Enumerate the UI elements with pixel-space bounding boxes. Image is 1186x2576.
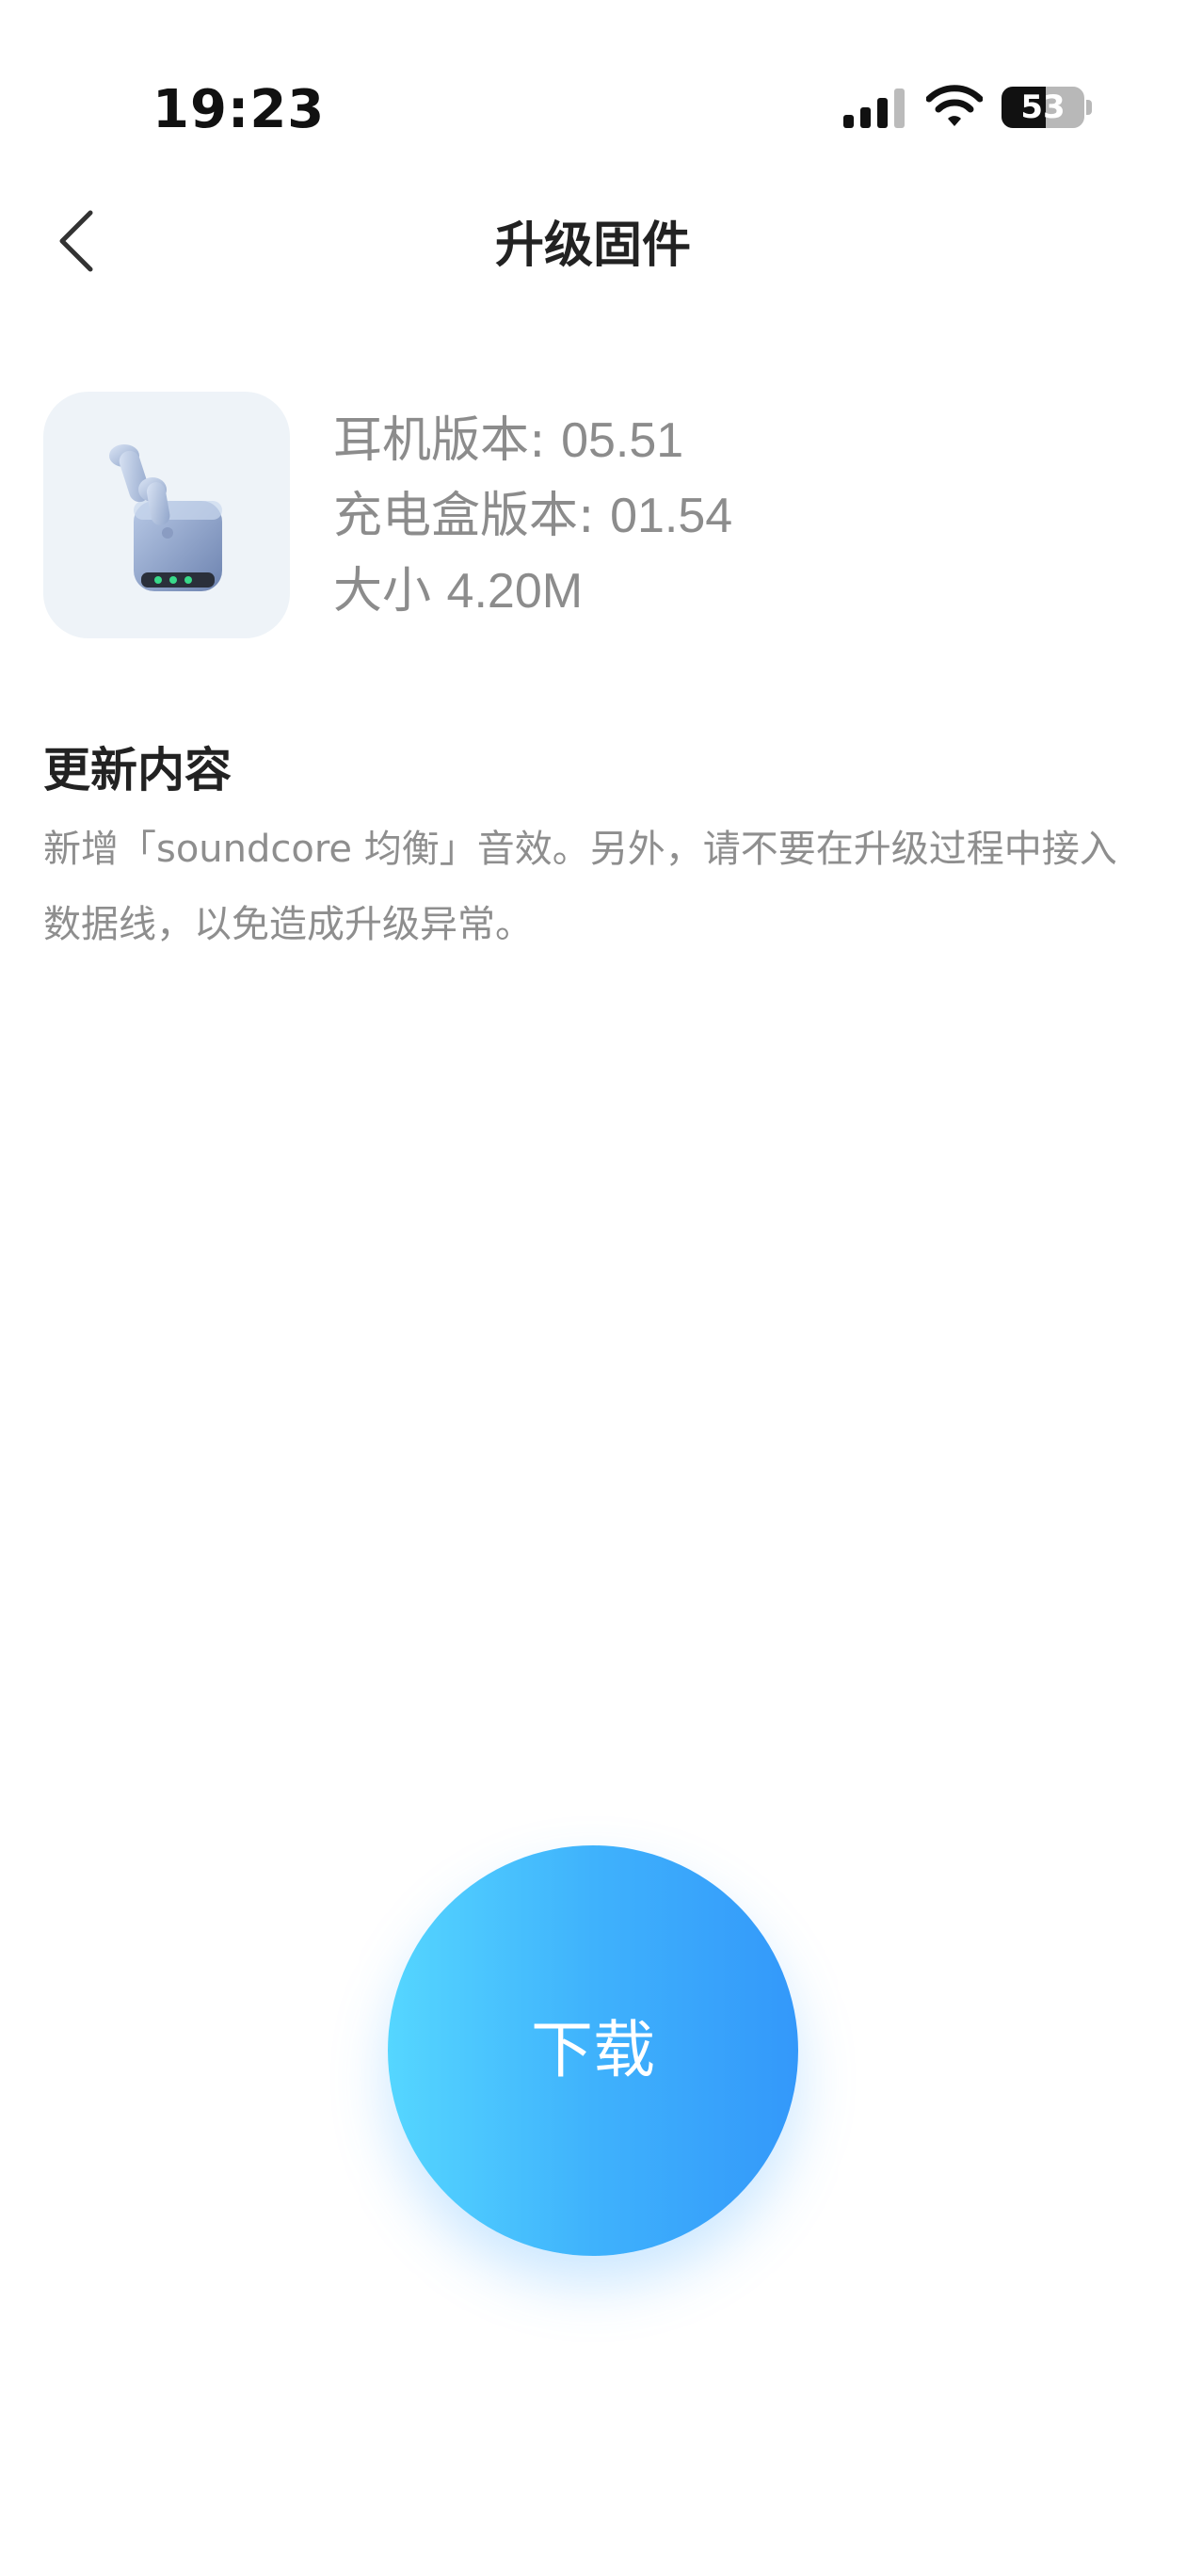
case-version-label: 充电盒版本: bbox=[333, 488, 595, 544]
size-value: 4.20M bbox=[446, 564, 584, 619]
signal-icon bbox=[843, 89, 905, 128]
earbuds-version-label: 耳机版本: bbox=[333, 412, 546, 469]
wifi-icon bbox=[926, 85, 983, 126]
size-label: 大小 bbox=[333, 563, 432, 620]
earbuds-version-value: 05.51 bbox=[561, 413, 684, 468]
earbuds-case-icon bbox=[109, 444, 222, 591]
update-content-body: 新增「soundcore 均衡」音效。另外，请不要在升级过程中接入数据线，以免造… bbox=[43, 828, 1117, 946]
battery-percent: 53 bbox=[1020, 89, 1066, 126]
battery-icon: 53 bbox=[1002, 87, 1092, 128]
device-image bbox=[43, 392, 290, 638]
status-time: 19:23 bbox=[152, 79, 326, 140]
page-title: 升级固件 bbox=[494, 217, 691, 274]
status-bar: 19:23 53 bbox=[0, 0, 1186, 217]
size-row: 大小 4.20M bbox=[333, 554, 732, 629]
case-version-row: 充电盒版本: 01.54 bbox=[333, 478, 732, 554]
case-version-value: 01.54 bbox=[610, 489, 733, 543]
firmware-info: 耳机版本: 05.51 充电盒版本: 01.54 大小 4.20M bbox=[333, 403, 732, 629]
download-button[interactable]: 下载 bbox=[388, 1845, 798, 2256]
earbuds-version-row: 耳机版本: 05.51 bbox=[333, 403, 732, 478]
update-content-title: 更新内容 bbox=[43, 743, 232, 797]
